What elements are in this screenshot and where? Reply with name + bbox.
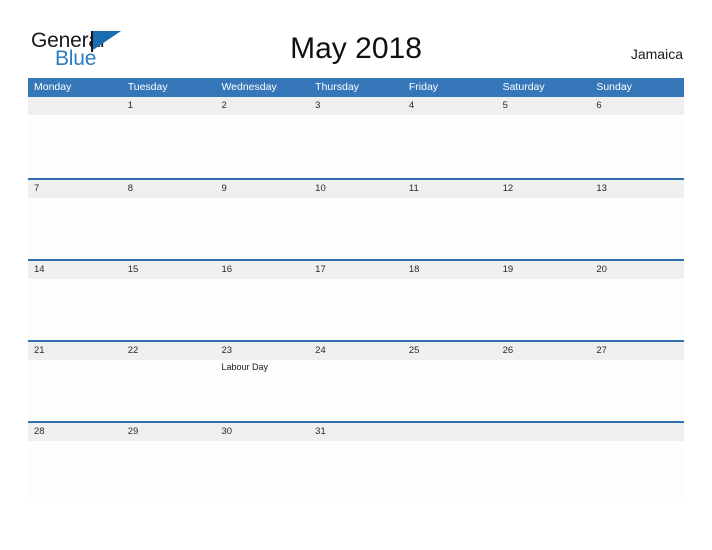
day-cell[interactable]: 16 [215,261,309,340]
day-cell[interactable]: 2 [215,97,309,176]
day-header-thursday: Thursday [315,81,359,93]
day-number: 2 [221,100,227,111]
day-cell[interactable]: 25 [403,342,497,421]
day-cell[interactable]: 28 [28,423,122,502]
country-label: Jamaica [630,46,683,62]
day-cell[interactable]: 15 [122,261,216,340]
day-header-monday: Monday [34,81,72,93]
day-number: 22 [127,345,139,356]
day-number: 30 [221,426,233,437]
day-number: 23 [221,345,233,356]
day-cell[interactable]: 19 [497,261,591,340]
day-number: 10 [315,183,326,194]
day-header-friday: Friday [408,81,439,93]
day-number: 26 [502,345,514,356]
calendar-grid: Monday Tuesday Wednesday Thursday Friday… [28,78,684,502]
day-number: 25 [408,345,420,356]
day-number: 8 [127,183,134,194]
day-header-tuesday: Tuesday [127,81,168,93]
day-number: 4 [408,100,415,111]
day-number: 13 [596,183,607,194]
day-header-wednesday: Wednesday [221,81,277,93]
day-number: 20 [596,264,607,275]
day-number: 17 [315,264,326,275]
week-row: 28 29 30 31 [28,421,684,502]
day-number: 24 [315,345,326,356]
day-number: 31 [315,426,326,437]
day-number: 14 [34,264,45,275]
day-number: 5 [502,100,508,111]
day-cell[interactable] [28,97,122,176]
day-cell[interactable]: 20 [590,261,684,340]
day-number: 16 [221,264,233,275]
day-event: Labour Day [221,362,268,372]
week-row: 7 8 9 10 11 12 13 [28,178,684,259]
day-cell[interactable] [403,423,497,502]
day-cell[interactable]: 24 [309,342,403,421]
day-number [596,425,684,439]
day-cell[interactable]: 8 [122,180,216,259]
day-number: 9 [221,183,227,194]
day-cell[interactable]: 29 [122,423,216,502]
day-number: 11 [408,183,419,194]
day-number [409,425,497,439]
day-number: 21 [34,345,45,356]
day-number: 7 [34,183,40,194]
day-number: 29 [127,426,139,437]
day-cell[interactable] [497,423,591,502]
day-cell[interactable]: 5 [497,97,591,176]
week-row: 21 22 23 Labour Day 24 25 26 27 [28,340,684,421]
day-number: 6 [596,100,602,111]
day-cell[interactable]: 7 [28,180,122,259]
week-row: 1 2 3 4 5 6 [28,97,684,178]
day-cell[interactable]: 31 [309,423,403,502]
day-cell[interactable]: 21 [28,342,122,421]
day-number: 18 [408,264,420,275]
day-number: 27 [596,345,607,356]
day-header-sunday: Sunday [596,81,632,93]
day-number: 12 [502,183,514,194]
day-cell[interactable]: 26 [497,342,591,421]
day-cell[interactable]: 10 [309,180,403,259]
day-number: 3 [315,100,321,111]
calendar-page: General Blue May 2018 Jamaica Monday Tue… [0,0,712,550]
day-number [503,425,591,439]
day-header-saturday: Saturday [502,81,545,93]
day-cell[interactable]: 6 [590,97,684,176]
page-header: General Blue May 2018 Jamaica [0,0,712,78]
day-cell[interactable]: 4 [403,97,497,176]
day-cell[interactable]: 12 [497,180,591,259]
week-row: 14 15 16 17 18 19 20 [28,259,684,340]
day-cell[interactable]: 13 [590,180,684,259]
page-title: May 2018 [290,32,422,65]
day-cell[interactable]: 3 [309,97,403,176]
day-cell[interactable]: 22 [122,342,216,421]
day-of-week-header-row: Monday Tuesday Wednesday Thursday Friday… [28,78,684,97]
day-cell[interactable]: 30 [215,423,309,502]
day-number [34,99,122,113]
day-number: 19 [502,264,514,275]
day-cell[interactable]: 14 [28,261,122,340]
day-cell[interactable]: 23 Labour Day [215,342,309,421]
day-cell[interactable]: 27 [590,342,684,421]
day-number: 1 [127,100,134,111]
day-number: 28 [34,426,45,437]
day-cell[interactable]: 9 [215,180,309,259]
day-cell[interactable]: 1 [122,97,216,176]
day-cell[interactable]: 11 [403,180,497,259]
day-cell[interactable]: 17 [309,261,403,340]
day-cell[interactable] [590,423,684,502]
day-number: 15 [127,264,139,275]
day-cell[interactable]: 18 [403,261,497,340]
